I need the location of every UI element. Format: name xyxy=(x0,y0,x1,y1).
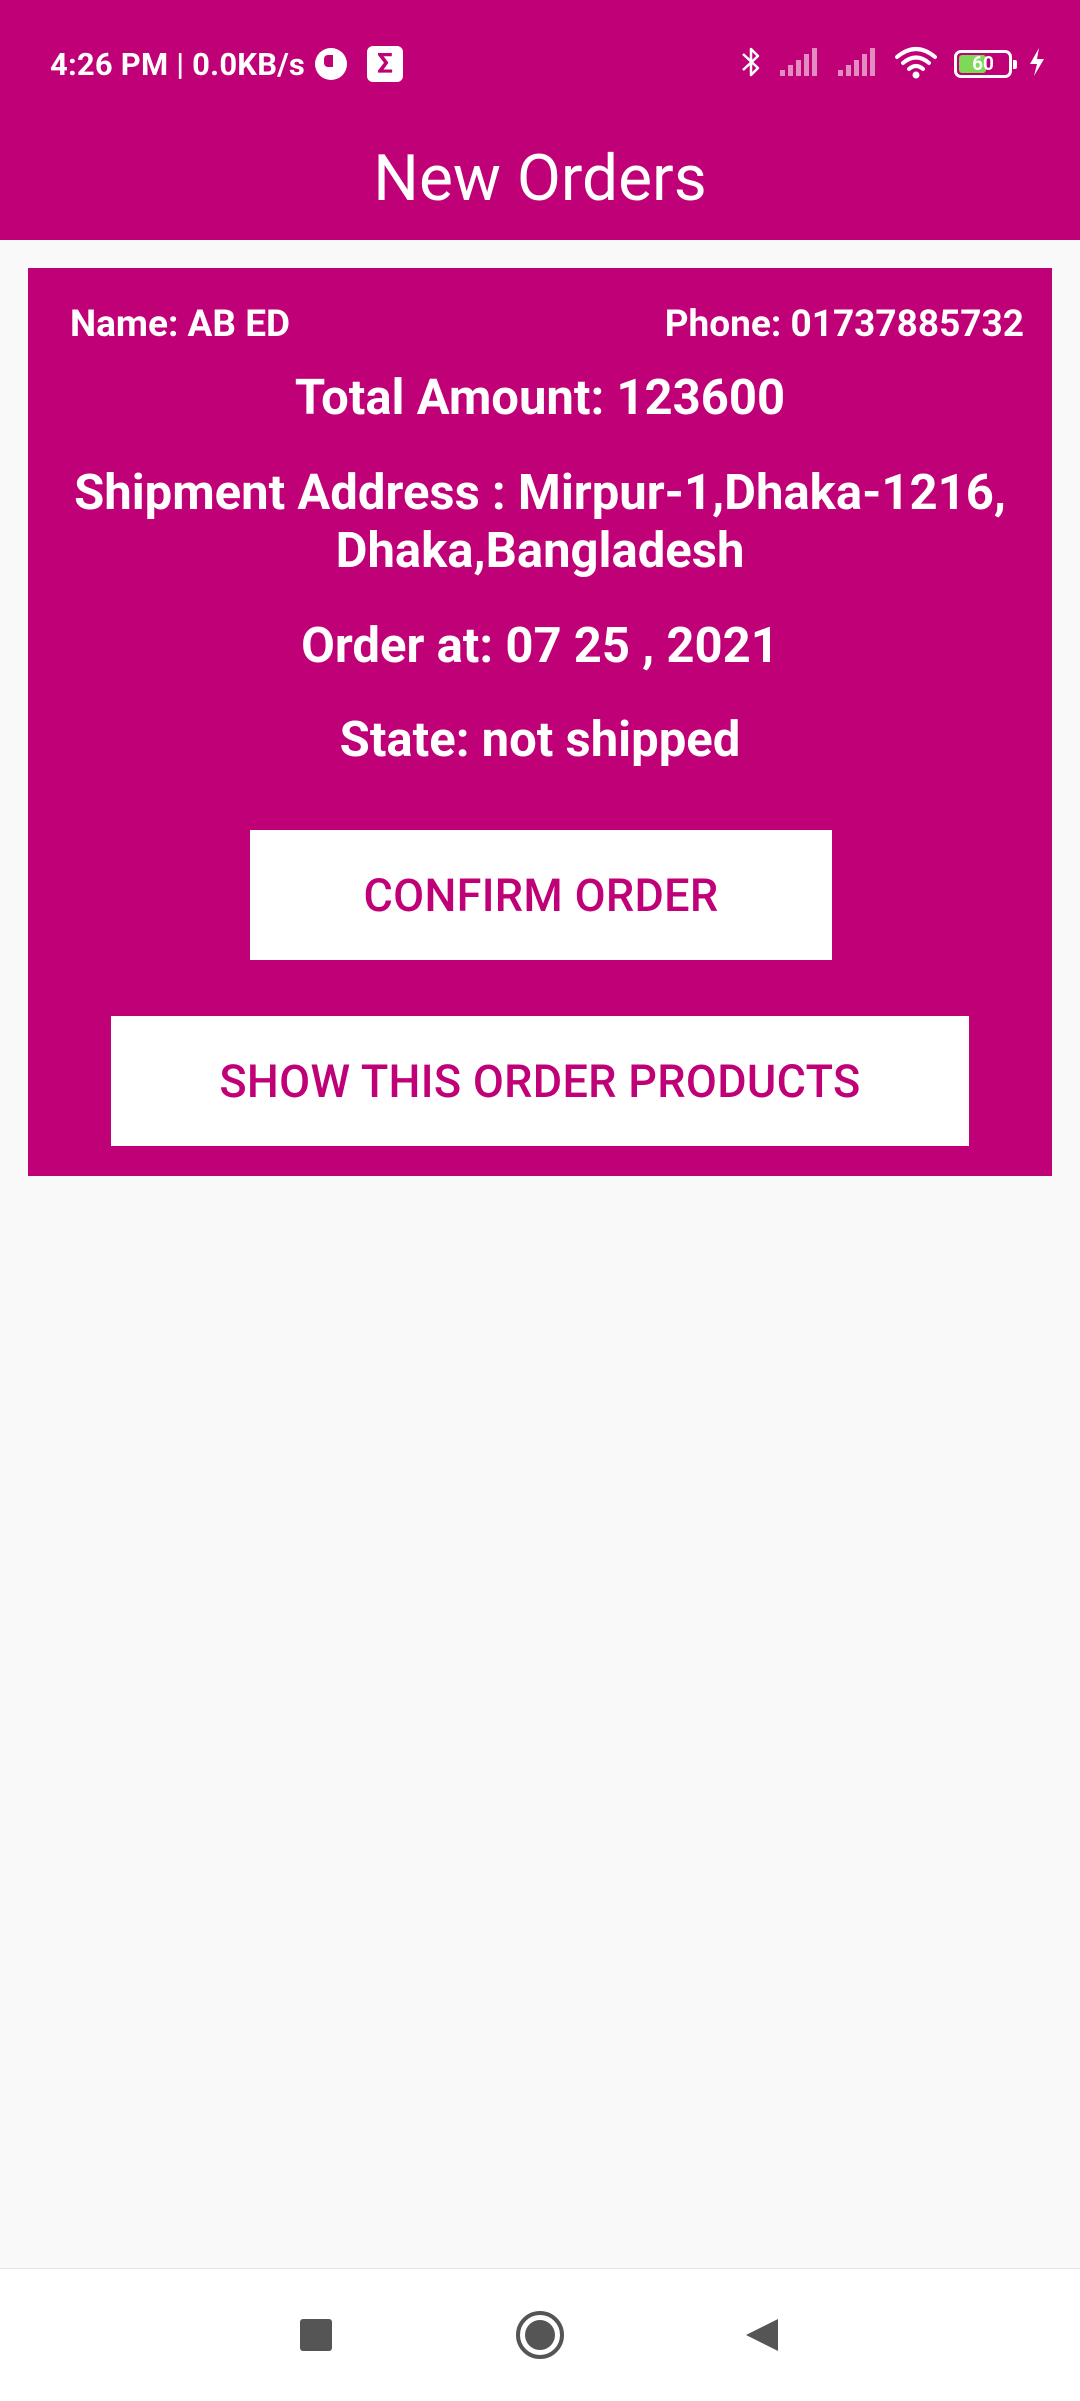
order-date: Order at: 07 25 , 2021 xyxy=(301,617,779,674)
page-title: New Orders xyxy=(373,141,707,216)
bluetooth-icon xyxy=(740,44,762,84)
battery-icon: 60 xyxy=(954,50,1017,78)
navigation-bar xyxy=(0,2268,1080,2401)
wifi-icon xyxy=(894,45,938,83)
app-bar: New Orders xyxy=(0,128,1080,240)
customer-name: Name: AB ED xyxy=(70,303,291,346)
recent-apps-icon xyxy=(300,2319,332,2351)
customer-phone: Phone: 01737885732 xyxy=(664,303,1024,346)
status-left: 4:26 PM | 0.0KB/s Σ xyxy=(50,42,404,86)
recent-apps-button[interactable] xyxy=(276,2295,356,2375)
status-right: 60 xyxy=(740,46,1046,82)
charging-icon xyxy=(1028,47,1046,81)
sigma-icon: Σ xyxy=(367,46,404,82)
home-button[interactable] xyxy=(500,2295,580,2375)
battery-level: 60 xyxy=(972,52,994,75)
order-state: State: not shipped xyxy=(339,711,741,768)
status-bar: 4:26 PM | 0.0KB/s Σ 60 xyxy=(0,0,1080,128)
signal-icon xyxy=(836,46,878,82)
signal-icon xyxy=(778,46,820,82)
show-order-products-button[interactable]: SHOW THIS ORDER PRODUCTS xyxy=(111,1016,969,1146)
shipment-address-line2: Dhaka,Bangladesh xyxy=(335,522,745,579)
home-icon xyxy=(516,2311,564,2359)
total-amount: Total Amount: 123600 xyxy=(294,369,786,426)
back-icon xyxy=(746,2319,778,2351)
data-saver-icon xyxy=(315,48,348,80)
order-card: Name: AB ED Phone: 01737885732 Total Amo… xyxy=(28,268,1052,1176)
order-header-row: Name: AB ED Phone: 01737885732 xyxy=(70,300,1024,350)
shipment-address-line1: Shipment Address : Mirpur-1,Dhaka-1216, xyxy=(74,464,1006,521)
status-time-speed: 4:26 PM | 0.0KB/s xyxy=(50,45,306,83)
confirm-order-button[interactable]: CONFIRM ORDER xyxy=(250,830,832,960)
back-button[interactable] xyxy=(722,2295,802,2375)
shipment-address: Shipment Address : Mirpur-1,Dhaka-1216, … xyxy=(48,464,1032,580)
